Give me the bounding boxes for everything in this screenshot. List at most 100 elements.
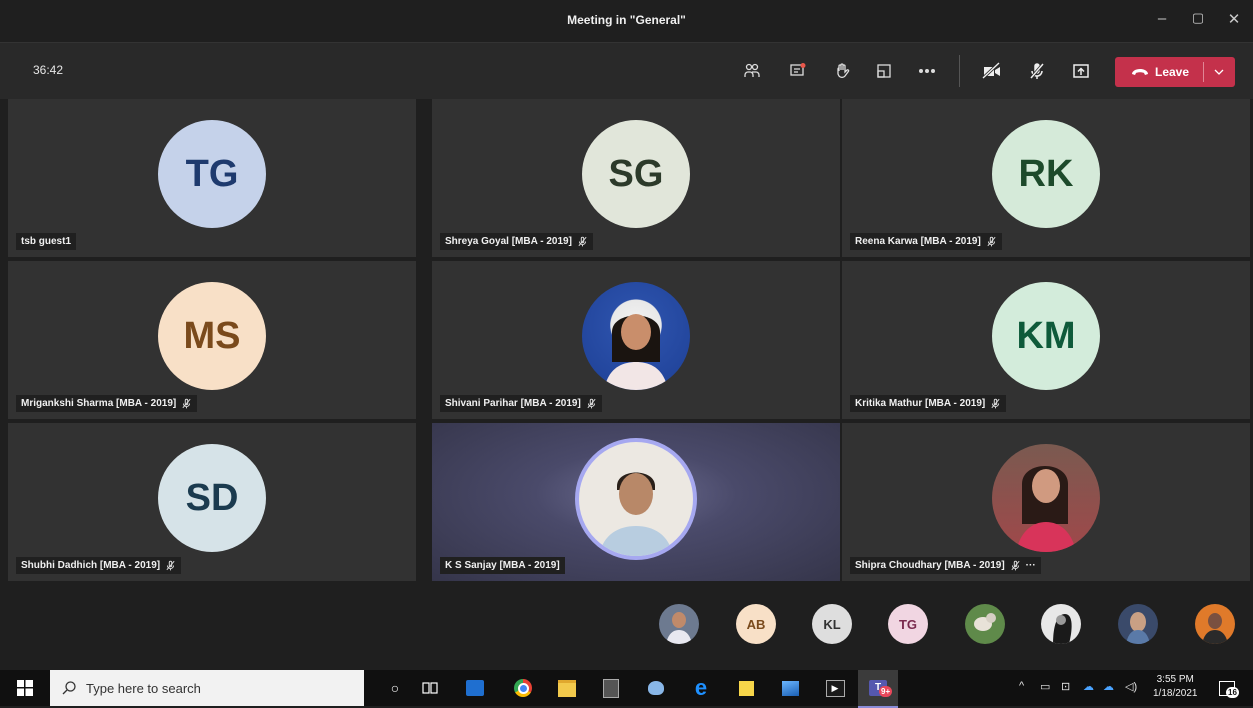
raise-hand-icon[interactable] — [828, 57, 856, 85]
taskbar-search-box[interactable]: Type here to search — [50, 670, 364, 706]
task-view-icon[interactable] — [417, 675, 443, 701]
participant-avatar-photo[interactable] — [1195, 604, 1235, 644]
more-actions-icon[interactable] — [913, 57, 941, 85]
participant-avatar-photo[interactable] — [1118, 604, 1158, 644]
restore-icon[interactable]: ▢ — [1186, 10, 1210, 26]
mic-off-icon[interactable] — [1023, 57, 1051, 85]
window-title: Meeting in "General" — [567, 13, 686, 27]
meeting-timer: 36:42 — [33, 63, 64, 77]
windows-start-icon[interactable] — [12, 675, 38, 701]
mic-muted-icon — [991, 398, 1000, 409]
participant-photo — [992, 444, 1100, 552]
participant-name: Mrigankshi Sharma [MBA - 2019] — [21, 398, 177, 409]
participant-avatar-photo[interactable] — [659, 604, 699, 644]
teams-taskbar-button[interactable]: T 9+ — [858, 670, 898, 708]
teams-badge: 9+ — [879, 686, 893, 697]
participant-name-label: Shivani Parihar [MBA - 2019] — [440, 395, 602, 412]
participants-icon[interactable] — [738, 57, 766, 85]
battery-icon[interactable]: ▭ — [1040, 680, 1050, 693]
teams-icon: T 9+ — [869, 680, 893, 697]
more-options-icon[interactable]: ··· — [1026, 560, 1036, 571]
participant-avatar[interactable]: AB — [736, 604, 776, 644]
paint-icon[interactable] — [643, 675, 669, 701]
participant-tile[interactable]: SD Shubhi Dadhich [MBA - 2019] — [8, 423, 416, 581]
participant-name: Shubhi Dadhich [MBA - 2019] — [21, 560, 161, 571]
participant-tile[interactable]: KM Kritika Mathur [MBA - 2019] — [842, 261, 1250, 419]
mic-muted-icon — [587, 398, 596, 409]
onedrive-personal-icon[interactable]: ☁ — [1103, 680, 1114, 693]
breakout-rooms-icon[interactable] — [870, 57, 898, 85]
mic-muted-icon — [987, 236, 996, 247]
camera-off-icon[interactable] — [978, 57, 1006, 85]
participant-avatar-photo[interactable] — [1041, 604, 1081, 644]
participant-name-label: K S Sanjay [MBA - 2019] — [440, 557, 565, 574]
avatar: SD — [158, 444, 266, 552]
share-screen-icon[interactable] — [1067, 57, 1095, 85]
participant-name-label: Reena Karwa [MBA - 2019] — [850, 233, 1002, 250]
participant-tile[interactable]: SG Shreya Goyal [MBA - 2019] — [432, 99, 840, 257]
clock-time: 3:55 PM — [1156, 674, 1194, 685]
avatar: KM — [992, 282, 1100, 390]
participant-name: Kritika Mathur [MBA - 2019] — [855, 398, 986, 409]
windows-taskbar: Type here to search ○ e ▶ T 9+ ^ ▭ ⊡ ☁ ☁ … — [0, 670, 1253, 708]
participant-name: tsb guest1 — [21, 236, 72, 247]
edge-icon[interactable]: e — [688, 675, 714, 701]
participant-tile[interactable]: RK Reena Karwa [MBA - 2019] — [842, 99, 1250, 257]
photos-icon[interactable] — [777, 675, 803, 701]
participant-avatar[interactable]: KL — [812, 604, 852, 644]
title-bar: Meeting in "General" – ▢ ✕ — [0, 0, 1253, 42]
participant-name-label: Shubhi Dadhich [MBA - 2019] — [16, 557, 182, 574]
chat-icon[interactable] — [784, 57, 812, 85]
phone-hangup-icon — [1132, 69, 1148, 75]
movies-tv-icon[interactable]: ▶ — [822, 675, 848, 701]
avatar: RK — [992, 120, 1100, 228]
participant-photo — [582, 282, 690, 390]
participant-tile[interactable]: Shipra Choudhary [MBA - 2019] ··· — [842, 423, 1250, 581]
participant-tile[interactable]: MS Mrigankshi Sharma [MBA - 2019] — [8, 261, 416, 419]
leave-label: Leave — [1155, 65, 1190, 79]
avatar: MS — [158, 282, 266, 390]
leave-divider — [1203, 62, 1204, 82]
mic-muted-icon — [578, 236, 587, 247]
meeting-toolbar: 36:42 Leave — [0, 42, 1253, 99]
participant-name: K S Sanjay [MBA - 2019] — [445, 560, 560, 571]
participant-tile[interactable]: TG tsb guest1 — [8, 99, 416, 257]
toolbar-divider — [959, 55, 960, 87]
calculator-icon[interactable] — [598, 675, 624, 701]
participant-name-label: tsb guest1 — [16, 233, 77, 250]
avatar: TG — [158, 120, 266, 228]
cortana-icon[interactable]: ○ — [382, 675, 408, 701]
active-speaker-tile[interactable]: K S Sanjay [MBA - 2019] — [432, 423, 840, 581]
participant-name: Shivani Parihar [MBA - 2019] — [445, 398, 581, 409]
participant-strip: AB KL TG — [0, 582, 1253, 670]
participant-avatar-photo[interactable] — [965, 604, 1005, 644]
participant-avatar[interactable]: TG — [888, 604, 928, 644]
clock-date: 1/18/2021 — [1153, 688, 1198, 699]
close-icon[interactable]: ✕ — [1222, 10, 1246, 28]
onedrive-icon[interactable]: ☁ — [1083, 680, 1094, 693]
notification-count: 16 — [1226, 686, 1239, 698]
leave-button[interactable]: Leave — [1115, 57, 1235, 87]
search-icon — [62, 681, 76, 695]
sticky-notes-icon[interactable] — [733, 675, 759, 701]
network-icon[interactable]: ⊡ — [1061, 680, 1070, 693]
system-clock[interactable]: 3:55 PM 1/18/2021 — [1153, 673, 1198, 701]
mic-muted-icon — [166, 560, 175, 571]
show-hidden-icons[interactable]: ^ — [1019, 680, 1024, 692]
chevron-down-icon[interactable] — [1214, 68, 1224, 76]
chrome-icon[interactable] — [510, 675, 536, 701]
outlook-icon[interactable] — [462, 675, 488, 701]
mic-muted-icon — [182, 398, 191, 409]
minimize-icon[interactable]: – — [1150, 10, 1174, 27]
participant-name: Shipra Choudhary [MBA - 2019] — [855, 560, 1005, 571]
mic-muted-icon — [1011, 560, 1020, 571]
participant-name-label: Shreya Goyal [MBA - 2019] — [440, 233, 593, 250]
participant-name-label: Kritika Mathur [MBA - 2019] — [850, 395, 1007, 412]
participant-photo — [575, 438, 697, 560]
notification-center-icon[interactable]: 16 — [1214, 675, 1240, 701]
video-grid: TG tsb guest1 SG Shreya Goyal [MBA - 201… — [8, 99, 1250, 581]
volume-icon[interactable]: ◁) — [1125, 680, 1137, 693]
participant-tile[interactable]: Shivani Parihar [MBA - 2019] — [432, 261, 840, 419]
file-explorer-icon[interactable] — [554, 675, 580, 701]
participant-name-label: Shipra Choudhary [MBA - 2019] ··· — [850, 557, 1041, 574]
